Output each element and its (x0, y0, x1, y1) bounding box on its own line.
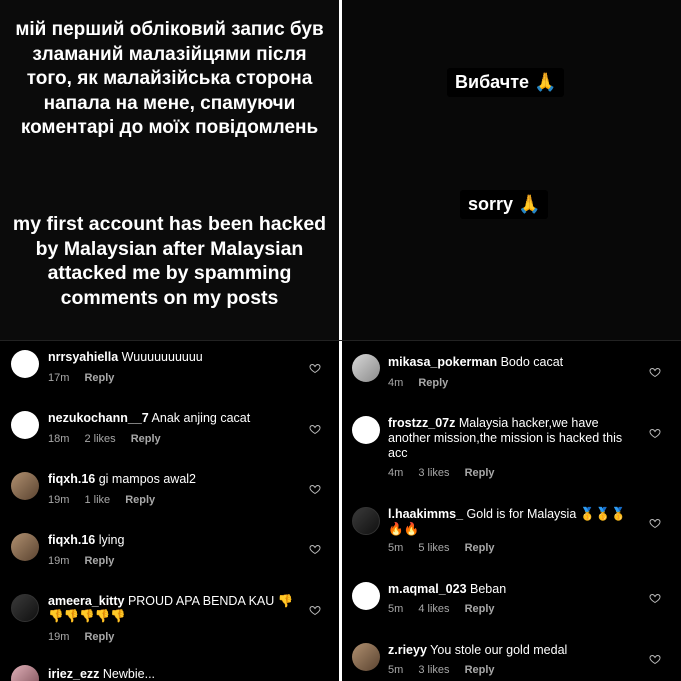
comment-text: lying (98, 533, 125, 547)
story-ukrainian-text: мій перший обліковий запис був зламаний … (15, 19, 324, 138)
comment-text: Anak anjing cacat (151, 411, 251, 425)
comment-line: nezukochann__7 Anak anjing cacat (48, 411, 250, 426)
comment-username[interactable]: z.rieyy (388, 643, 427, 657)
comment-line: ameera_kitty PROUD APA BENDA KAU 👎👎👎👎👎👎 (48, 594, 298, 624)
comment-line: nrrsyahiella Wuuuuuuuuuu (48, 350, 203, 365)
heart-outline-icon[interactable] (309, 604, 321, 616)
comment-line: z.rieyy You stole our gold medal (388, 643, 567, 658)
comment-username[interactable]: frostzz_07z (388, 416, 455, 430)
comment-username[interactable]: mikasa_pokerman (388, 355, 497, 369)
heart-outline-icon[interactable] (649, 592, 661, 604)
story-panel-apology (342, 0, 681, 340)
avatar[interactable] (11, 411, 39, 439)
comment-meta: 5m 3 likes Reply (388, 664, 507, 676)
comment-meta: 17m Reply (48, 372, 126, 384)
comments-panel-right: mikasa_pokerman Bodo cacat 4m Reply fros… (342, 341, 681, 681)
avatar[interactable] (11, 350, 39, 378)
comment-text: Beban (470, 582, 507, 596)
comment-username[interactable]: nrrsyahiella (48, 350, 118, 364)
heart-outline-icon[interactable] (309, 483, 321, 495)
avatar[interactable] (352, 582, 380, 610)
comment-meta: 5m 5 likes Reply (388, 542, 507, 554)
comment-time: 5m (388, 664, 404, 676)
avatar[interactable] (352, 416, 380, 444)
comment-text: You stole our gold medal (430, 643, 568, 657)
heart-outline-icon[interactable] (649, 653, 661, 665)
comment-line: l.haakimms_ Gold is for Malaysia 🥇🥇🥇🔥🔥 (388, 507, 638, 537)
comment-time: 4m (388, 377, 404, 389)
comment-meta: 18m 2 likes Reply (48, 433, 173, 445)
comment-line: m.aqmal_023 Beban (388, 582, 506, 597)
avatar[interactable] (352, 354, 380, 382)
comment-username[interactable]: iriez_ezz (48, 667, 99, 681)
reply-button[interactable]: Reply (465, 542, 495, 554)
comment-meta: 4m Reply (388, 377, 460, 389)
comments-panel-left: nrrsyahiella Wuuuuuuuuuu 17m Reply nezuk… (0, 341, 339, 681)
story-english-text: my first account has been hacked by Mala… (12, 213, 327, 309)
heart-outline-icon[interactable] (649, 427, 661, 439)
heart-outline-icon[interactable] (649, 517, 661, 529)
reply-button[interactable]: Reply (465, 467, 495, 479)
apology-sticker-ukrainian: Вибачте 🙏 (447, 68, 565, 97)
avatar[interactable] (352, 507, 380, 535)
comment-likes[interactable]: 5 likes (418, 542, 449, 554)
reply-button[interactable]: Reply (131, 433, 161, 445)
comment-meta: 5m 4 likes Reply (388, 603, 507, 615)
avatar[interactable] (11, 533, 39, 561)
comment-username[interactable]: ameera_kitty (48, 594, 124, 608)
reply-button[interactable]: Reply (84, 555, 114, 567)
comment-time: 5m (388, 542, 404, 554)
comment-text: gi mampos awal2 (98, 472, 196, 486)
comment-meta: 19m Reply (48, 555, 126, 567)
avatar[interactable] (11, 472, 39, 500)
comment-text: Wuuuuuuuuuu (121, 350, 203, 364)
comment-line: frostzz_07z Malaysia hacker,we have anot… (388, 416, 628, 461)
reply-button[interactable]: Reply (84, 372, 114, 384)
comment-time: 5m (388, 603, 404, 615)
avatar[interactable] (352, 643, 380, 671)
heart-outline-icon[interactable] (309, 543, 321, 555)
heart-outline-icon[interactable] (309, 362, 321, 374)
comment-time: 19m (48, 555, 70, 567)
avatar[interactable] (11, 594, 39, 622)
story-panel-text: мій перший обліковий запис був зламаний … (0, 0, 339, 340)
heart-outline-icon[interactable] (309, 423, 321, 435)
comment-meta: 19m Reply (48, 631, 126, 643)
comment-time: 4m (388, 467, 404, 479)
comment-likes[interactable]: 3 likes (418, 664, 449, 676)
comment-line: fiqxh.16 lying (48, 533, 124, 548)
comment-line: mikasa_pokerman Bodo cacat (388, 355, 563, 370)
reply-button[interactable]: Reply (465, 603, 495, 615)
comment-username[interactable]: l.haakimms_ (388, 507, 463, 521)
comment-text: Bodo cacat (500, 355, 564, 369)
comment-likes[interactable]: 4 likes (418, 603, 449, 615)
comment-meta: 4m 3 likes Reply (388, 467, 507, 479)
comment-likes[interactable]: 2 likes (84, 433, 115, 445)
comment-username[interactable]: fiqxh.16 (48, 533, 95, 547)
comment-time: 19m (48, 494, 70, 506)
avatar[interactable] (11, 665, 39, 681)
reply-button[interactable]: Reply (418, 377, 448, 389)
reply-button[interactable]: Reply (125, 494, 155, 506)
comment-meta: 19m 1 like Reply (48, 494, 167, 506)
comment-time: 19m (48, 631, 70, 643)
comment-line: fiqxh.16 gi mampos awal2 (48, 472, 196, 487)
comment-username[interactable]: fiqxh.16 (48, 472, 95, 486)
comment-username[interactable]: m.aqmal_023 (388, 582, 467, 596)
comment-username[interactable]: nezukochann__7 (48, 411, 149, 425)
reply-button[interactable]: Reply (465, 664, 495, 676)
reply-button[interactable]: Reply (84, 631, 114, 643)
panel-divider-horizontal (0, 340, 681, 341)
comment-likes[interactable]: 3 likes (418, 467, 449, 479)
comment-line: iriez_ezz Newbie... (48, 667, 155, 681)
apology-sticker-english: sorry 🙏 (460, 190, 549, 219)
comment-likes[interactable]: 1 like (84, 494, 110, 506)
comment-time: 18m (48, 433, 70, 445)
heart-outline-icon[interactable] (649, 366, 661, 378)
comment-time: 17m (48, 372, 70, 384)
comment-text: Newbie... (102, 667, 156, 681)
